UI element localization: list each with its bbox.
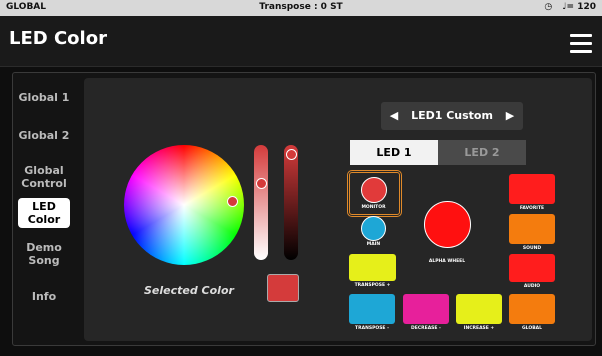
led-preset-selector: ◀ LED1 Custom ▶: [381, 102, 523, 130]
main-led-button[interactable]: [361, 216, 386, 241]
sidebar-item-led-color[interactable]: LED Color: [18, 198, 70, 228]
sound-led-button[interactable]: [509, 214, 555, 244]
status-bar: GLOBAL Transpose : 0 ST ◷ ♩= 120: [0, 0, 602, 16]
previous-arrow-icon[interactable]: ◀: [385, 102, 403, 130]
transpose-minus-led-button[interactable]: [349, 294, 395, 324]
sidebar-item-global-1[interactable]: Global 1: [18, 91, 70, 104]
led-preset-label: LED1 Custom: [411, 109, 493, 122]
brightness-slider-handle[interactable]: [286, 149, 297, 160]
increase-plus-led-button[interactable]: [456, 294, 502, 324]
alpha-wheel-led-button[interactable]: [424, 201, 471, 248]
sidebar-item-global-control[interactable]: Global Control: [18, 164, 70, 190]
favorite-label: FAVORITE: [519, 206, 545, 211]
tab-led-1[interactable]: LED 1: [350, 140, 438, 165]
saturation-slider[interactable]: [254, 145, 268, 260]
tab-led-2[interactable]: LED 2: [438, 140, 526, 165]
sidebar-item-demo-song[interactable]: Demo Song: [18, 241, 70, 267]
transpose-minus-label: TRANSPOSE -: [355, 326, 389, 331]
selected-color-swatch: [267, 274, 299, 302]
page-title: LED Color: [9, 28, 107, 49]
color-wheel-handle[interactable]: [227, 196, 238, 207]
title-bar: LED Color: [0, 16, 602, 67]
transpose-plus-led-button[interactable]: [349, 254, 396, 281]
led-tabs: LED 1 LED 2: [350, 140, 526, 165]
audio-label: AUDIO: [523, 284, 541, 289]
transpose-plus-label: TRANSPOSE +: [354, 283, 391, 288]
brightness-slider[interactable]: [284, 145, 298, 260]
audio-led-button[interactable]: [509, 254, 555, 282]
selected-color-label: Selected Color: [144, 284, 234, 297]
sidebar-item-info[interactable]: Info: [18, 290, 70, 303]
saturation-slider-handle[interactable]: [256, 178, 267, 189]
hamburger-menu-icon[interactable]: [570, 34, 592, 53]
decrease-minus-led-button[interactable]: [403, 294, 449, 324]
decrease-minus-label: DECREASE -: [411, 326, 441, 331]
transpose-status: Transpose : 0 ST: [259, 2, 343, 12]
monitor-label: MONITOR: [361, 205, 386, 210]
next-arrow-icon[interactable]: ▶: [501, 102, 519, 130]
alpha-wheel-label: ALPHA WHEEL: [428, 259, 466, 264]
increase-plus-label: INCREASE +: [463, 326, 495, 331]
global-led-button[interactable]: [509, 294, 555, 324]
sidebar-item-global-2[interactable]: Global 2: [18, 129, 70, 142]
color-wheel[interactable]: [124, 145, 244, 265]
clock-icon: ◷: [544, 2, 553, 12]
favorite-led-button[interactable]: [509, 174, 555, 204]
tempo-status: ♩= 120: [562, 2, 596, 12]
sound-label: SOUND: [522, 246, 542, 251]
main-label: MAIN: [366, 242, 381, 247]
global-label: GLOBAL: [521, 326, 542, 331]
monitor-led: [361, 177, 387, 203]
